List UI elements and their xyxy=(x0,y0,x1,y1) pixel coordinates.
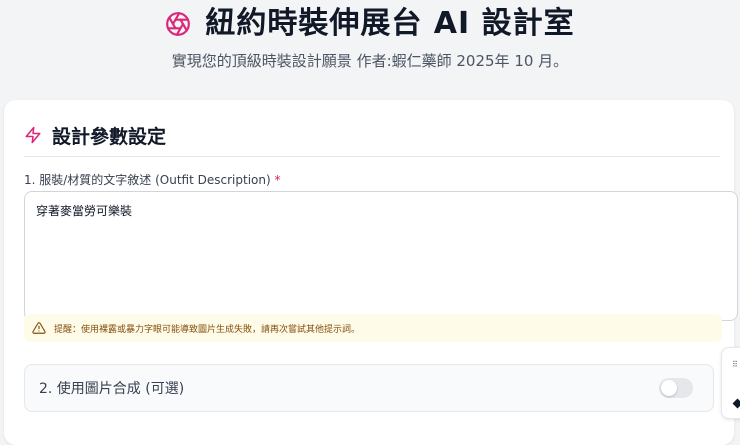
page-subtitle: 實現您的頂級時裝設計願景 作者:蝦仁藥師 2025年 10 月。 xyxy=(171,52,569,70)
aperture-icon xyxy=(165,11,191,37)
warning-text: 提醒：使用裸露或暴力字眼可能導致圖片生成失敗，請再次嘗試其他提示詞。 xyxy=(54,324,361,335)
image-compose-label: 2. 使用圖片合成 (可選) xyxy=(39,381,185,397)
drag-handle-icon[interactable]: ⠿ xyxy=(732,361,738,369)
page-title: 紐約時裝伸展台 AI 設計室 xyxy=(205,6,575,41)
warning-icon xyxy=(32,321,46,335)
section-title: 設計參數設定 xyxy=(52,125,167,148)
diamond-icon xyxy=(732,398,740,409)
floating-side-widget[interactable]: ⠿ xyxy=(721,347,740,419)
required-mark: * xyxy=(274,173,281,187)
image-compose-option: 2. 使用圖片合成 (可選) xyxy=(24,364,714,412)
section-header: 設計參數設定 xyxy=(24,120,720,157)
outfit-description-input[interactable]: 穿著麥當勞可樂裝 xyxy=(24,191,738,321)
outfit-description-label-text: 1. 服裝/材質的文字敘述 (Outfit Description) xyxy=(24,173,271,187)
title-row: 紐約時裝伸展台 AI 設計室 xyxy=(0,6,740,42)
toggle-knob xyxy=(661,380,677,396)
outfit-description-label: 1. 服裝/材質的文字敘述 (Outfit Description) * xyxy=(24,171,281,188)
image-compose-toggle[interactable] xyxy=(659,378,693,398)
lightning-icon xyxy=(24,126,42,144)
design-parameters-card: 設計參數設定 1. 服裝/材質的文字敘述 (Outfit Description… xyxy=(4,100,738,445)
warning-banner: 提醒：使用裸露或暴力字眼可能導致圖片生成失敗，請再次嘗試其他提示詞。 xyxy=(24,314,722,342)
